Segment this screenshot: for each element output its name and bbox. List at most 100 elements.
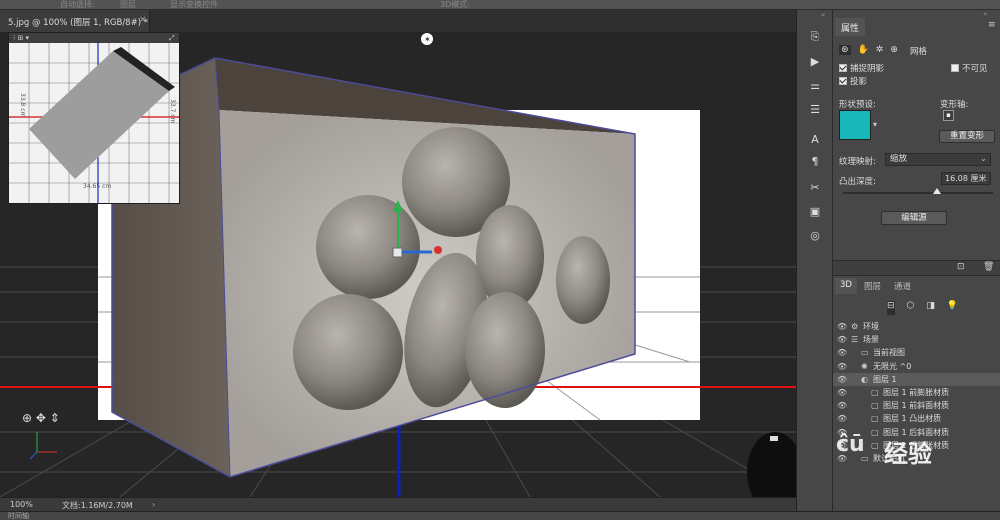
texture-map-label: 纹理映射: bbox=[839, 157, 876, 167]
scene-tree-row[interactable]: 👁 ▭ 当前视图 bbox=[833, 346, 1000, 359]
character-icon[interactable]: A bbox=[803, 128, 827, 150]
scene-node-label: 图层 1 前膨胀材质 bbox=[883, 388, 950, 397]
catch-shadows-checkbox[interactable] bbox=[839, 64, 847, 72]
coords-mode-icon[interactable]: ⊕ bbox=[890, 45, 898, 55]
scene-node-icon: ▢ bbox=[871, 414, 879, 424]
scene-tree-row[interactable]: 👁 ◐ 图层 1 bbox=[833, 372, 1000, 386]
mesh-mode-icon[interactable]: ⊛ bbox=[839, 45, 851, 55]
slider-handle[interactable] bbox=[933, 188, 941, 194]
texture-map-select[interactable]: 缩放 ⌄ bbox=[885, 153, 991, 166]
scene-node-icon: ▭ bbox=[861, 348, 869, 358]
document-tab[interactable]: 5.jpg @ 100% (图层 1, RGB/8#) * × bbox=[0, 10, 150, 32]
visibility-eye-icon[interactable]: 👁 bbox=[837, 399, 847, 412]
visibility-eye-icon[interactable]: 👁 bbox=[837, 333, 847, 346]
scene-node-label: 环境 bbox=[863, 322, 879, 331]
actions-icon[interactable]: ▶ bbox=[803, 50, 827, 72]
scene-tree-row[interactable]: 👁 ▢ 图层 1 前斜面材质 bbox=[833, 399, 1000, 412]
catch-shadows-label: 捕捉阴影 bbox=[850, 64, 885, 74]
status-arrow-icon[interactable]: › bbox=[152, 500, 155, 509]
navigator-panel[interactable]: ⁝ ⊞ ▾ ⤢ 33.8 cm 33.7 cm 34.65 cm bbox=[8, 32, 180, 204]
visibility-eye-icon[interactable]: 👁 bbox=[837, 360, 847, 373]
adjustments-icon[interactable]: ⚌ bbox=[803, 74, 827, 96]
scene-filter-bar: ⊟ ⬡ ◨ 💡 bbox=[887, 301, 967, 315]
invisible-checkbox[interactable] bbox=[951, 64, 959, 72]
scene-tree-row[interactable]: 👁 ✺ 无限光 ^0 bbox=[833, 360, 1000, 373]
cast-shadows-checkbox[interactable] bbox=[839, 77, 847, 85]
status-bar: 100% 文档:1.16M/2.70M › bbox=[0, 497, 796, 511]
visibility-eye-icon[interactable]: 👁 bbox=[837, 412, 847, 425]
paragraph-icon[interactable]: ¶ bbox=[803, 150, 827, 172]
nav-dim-left: 33.8 cm bbox=[19, 93, 26, 118]
visibility-eye-icon[interactable]: 👁 bbox=[837, 439, 847, 452]
close-icon[interactable]: × bbox=[139, 15, 147, 25]
panel-collapse-icon[interactable]: « bbox=[983, 10, 987, 18]
scene-node-icon: ▭ bbox=[861, 454, 869, 463]
document-title: 5.jpg @ 100% (图层 1, RGB/8#) * bbox=[8, 18, 148, 28]
properties-panel: « 属性 ≡ ⊛ ✋ ✲ ⊕ 网格 捕捉阴影 不可见 投影 形状预设: 变形轴:… bbox=[832, 10, 1000, 275]
scene-filter-icon[interactable]: ⊟ bbox=[887, 301, 895, 315]
tab-3d[interactable]: 3D bbox=[835, 278, 857, 294]
properties-tab[interactable]: 属性 bbox=[835, 18, 866, 36]
expand-icon[interactable]: ⤢ bbox=[169, 33, 175, 43]
history-icon[interactable]: ⎘ bbox=[803, 26, 827, 48]
tools-icon[interactable]: ✂ bbox=[803, 176, 827, 198]
3d-materials-icon[interactable]: ◎ bbox=[803, 224, 827, 246]
visibility-eye-icon[interactable]: 👁 bbox=[837, 373, 847, 386]
brush-settings-icon[interactable]: ▣ bbox=[803, 200, 827, 222]
menu-icon[interactable]: ⁝ ⊞ ▾ bbox=[13, 33, 29, 43]
auto-select-dropdown[interactable]: 图层 bbox=[120, 0, 136, 9]
delete-icon[interactable]: 🗑 bbox=[983, 262, 994, 272]
light-filter-icon[interactable]: 💡 bbox=[947, 301, 958, 315]
material-filter-icon[interactable]: ◨ bbox=[926, 301, 935, 315]
zoom-level[interactable]: 100% bbox=[10, 500, 33, 509]
visibility-eye-icon[interactable]: 👁 bbox=[837, 452, 847, 465]
deform-axis-label: 变形轴: bbox=[940, 100, 969, 110]
auto-select-label[interactable]: 自动选择: bbox=[60, 0, 95, 9]
mode-3d-label: 3D模式: bbox=[440, 0, 470, 9]
options-bar: 自动选择: 图层 显示变换控件 3D模式: bbox=[0, 0, 1000, 10]
tab-layers[interactable]: 图层 bbox=[859, 278, 886, 294]
reset-deform-button[interactable]: 重置变形 bbox=[939, 130, 995, 143]
scene-node-icon: ▢ bbox=[871, 427, 879, 437]
scene-tree-row[interactable]: 👁 ▢ 图层 1 后斜面材质 bbox=[833, 426, 1000, 439]
axis-widget-icon[interactable]: ⊕ ✥ ⇕ bbox=[22, 411, 60, 460]
scene-tree-row[interactable]: 👁 ▢ 图层 1 后膨胀材质 bbox=[833, 439, 1000, 452]
scene-node-label: 图层 1 bbox=[873, 374, 897, 384]
scene-node-label: 图层 1 凸出材质 bbox=[883, 414, 942, 424]
collapse-icon[interactable]: « bbox=[821, 11, 825, 19]
scene-tree-row[interactable]: 👁 ▭ 默认相机 bbox=[833, 452, 1000, 465]
extrude-depth-slider[interactable] bbox=[843, 192, 993, 194]
visibility-eye-icon[interactable]: 👁 bbox=[837, 426, 847, 439]
scene-node-icon: ☰ bbox=[851, 335, 859, 345]
panel-menu-icon[interactable]: ≡ bbox=[988, 20, 996, 30]
scene-node-label: 无限光 ^0 bbox=[873, 361, 912, 371]
visibility-eye-icon[interactable]: 👁 bbox=[837, 386, 847, 399]
extrude-depth-input[interactable]: 16.08 厘米 bbox=[941, 172, 991, 185]
render-icon[interactable]: ⊡ bbox=[957, 262, 965, 272]
sliders-icon[interactable]: ☰ bbox=[803, 98, 827, 120]
preset-dropdown-icon[interactable]: ▾ bbox=[873, 120, 877, 129]
invisible-label: 不可见 bbox=[962, 64, 988, 74]
scene-tree-row[interactable]: 👁 ▢ 图层 1 凸出材质 bbox=[833, 412, 1000, 425]
tab-channels[interactable]: 通道 bbox=[889, 278, 916, 294]
nav-dim-bottom: 34.65 cm bbox=[83, 183, 112, 190]
deform-axis-widget[interactable]: ▪ bbox=[943, 110, 954, 121]
scene-tree-row[interactable]: 👁 ▢ 图层 1 前膨胀材质 bbox=[833, 386, 1000, 399]
shape-preset-swatch[interactable] bbox=[839, 110, 871, 140]
scene-tree-row[interactable]: 👁 ☰ 场景 bbox=[833, 333, 1000, 346]
nav-dim-right: 33.7 cm bbox=[169, 99, 176, 124]
properties-mode-bar: ⊛ ✋ ✲ ⊕ bbox=[839, 43, 921, 57]
edit-source-button[interactable]: 编辑源 bbox=[881, 211, 947, 225]
deform-mode-icon[interactable]: ✋ bbox=[858, 45, 869, 55]
timeline-bar[interactable]: 时间轴 bbox=[0, 511, 1000, 520]
mesh-filter-icon[interactable]: ⬡ bbox=[907, 301, 915, 315]
svg-text:⊕ ✥ ⇕: ⊕ ✥ ⇕ bbox=[22, 411, 60, 425]
visibility-eye-icon[interactable]: 👁 bbox=[837, 346, 847, 359]
visibility-eye-icon[interactable]: 👁 bbox=[837, 320, 847, 333]
3d-scene-panel: 3D 图层 通道 ⊟ ⬡ ◨ 💡 👁 ⚙ 环境 👁 ☰ 场景 👁 ▭ 当前视图 👁 ✺ 无限光 ^0 👁… bbox=[832, 275, 1000, 511]
tab-strip bbox=[150, 10, 796, 32]
cap-mode-icon[interactable]: ✲ bbox=[876, 45, 884, 55]
show-transform-label[interactable]: 显示变换控件 bbox=[170, 0, 218, 9]
scene-tree-row[interactable]: 👁 ⚙ 环境 bbox=[833, 320, 1000, 333]
svg-text:✶: ✶ bbox=[424, 35, 431, 44]
